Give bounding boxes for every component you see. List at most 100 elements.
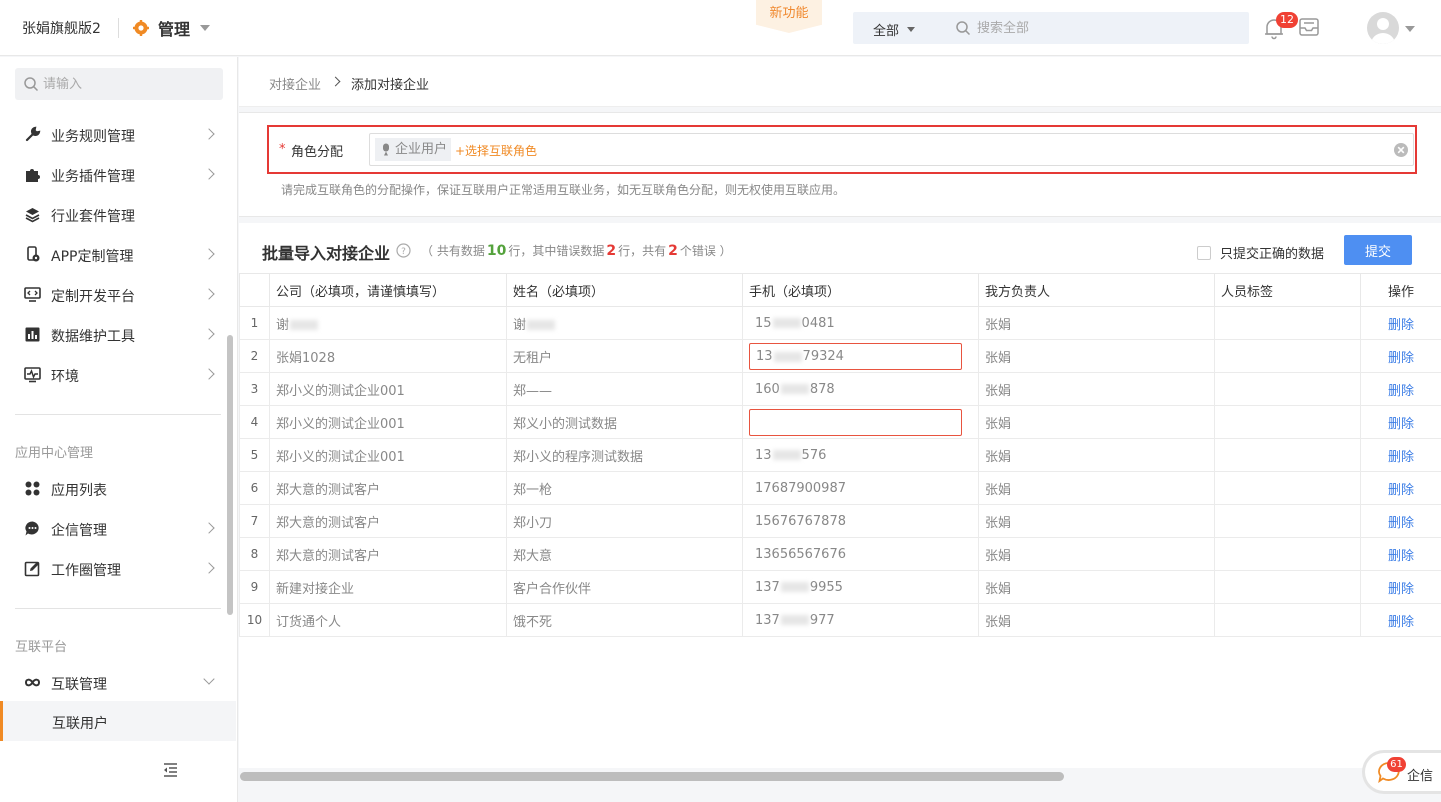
phone-error-input[interactable]: 13 79324	[749, 343, 962, 370]
sidebar-scrollbar[interactable]	[227, 335, 233, 615]
cell-name[interactable]: 郑——	[506, 372, 743, 406]
cell-company[interactable]: 郑大意的测试客户	[269, 471, 507, 505]
cell-company[interactable]: 郑小义的测试企业001	[269, 372, 507, 406]
cell-phone[interactable]: 15676767878	[742, 504, 979, 538]
inbox-icon[interactable]	[1298, 16, 1320, 38]
sidebar-item-industry-suite[interactable]: 行业套件管理	[0, 194, 236, 234]
cell-tags[interactable]	[1214, 306, 1361, 340]
cell-tags[interactable]	[1214, 405, 1361, 439]
cell-phone[interactable]: 13 576	[742, 438, 979, 472]
sidebar-item-business-plugins[interactable]: 业务插件管理	[0, 154, 236, 194]
cell-tags[interactable]	[1214, 537, 1361, 571]
cell-phone[interactable]: 137 977	[742, 603, 979, 637]
chevron-down-icon[interactable]	[1405, 26, 1415, 32]
avatar[interactable]	[1367, 12, 1399, 44]
cell-owner[interactable]: 张娟	[978, 405, 1215, 439]
cell-tags[interactable]	[1214, 570, 1361, 604]
role-select-field[interactable]: 企业用户 +选择互联角色	[369, 133, 1414, 166]
delete-link[interactable]: 删除	[1388, 450, 1414, 465]
new-feature-badge[interactable]: 新功能	[756, 0, 822, 33]
collapse-menu-icon[interactable]	[162, 761, 179, 778]
cell-tags[interactable]	[1214, 372, 1361, 406]
cell-name[interactable]: 郑义小的测试数据	[506, 405, 743, 439]
cell-owner[interactable]: 张娟	[978, 603, 1215, 637]
module-switcher[interactable]: 管理	[133, 16, 211, 40]
cell-phone[interactable]: 17687900987	[742, 471, 979, 505]
cell-tags[interactable]	[1214, 339, 1361, 373]
sidebar-item-app-custom[interactable]: APP定制管理	[0, 234, 236, 274]
phone-error-input[interactable]	[749, 409, 962, 436]
sidebar-item-workcircle[interactable]: 工作圈管理	[0, 548, 236, 588]
sidebar-item-data-tools[interactable]: 数据维护工具	[0, 314, 236, 354]
cell-company[interactable]: 郑小义的测试企业001	[269, 438, 507, 472]
cell-company[interactable]: 谢	[269, 306, 507, 340]
delete-link[interactable]: 删除	[1388, 351, 1414, 366]
name-text: 郑义小的测试数据	[513, 416, 618, 432]
sidebar-item-business-rules[interactable]: 业务规则管理	[0, 114, 236, 154]
sidebar-item-app-list[interactable]: 应用列表	[0, 468, 236, 508]
cell-name[interactable]: 郑大意	[506, 537, 743, 571]
phone-prefix: 137	[755, 579, 780, 595]
cell-name[interactable]: 无租户	[506, 339, 743, 373]
delete-link[interactable]: 删除	[1388, 516, 1414, 531]
search-input[interactable]	[977, 17, 1237, 39]
breadcrumb-parent[interactable]: 对接企业	[269, 74, 321, 93]
cell-name[interactable]: 郑一枪	[506, 471, 743, 505]
cell-name[interactable]: 郑小义的程序测试数据	[506, 438, 743, 472]
cell-company[interactable]: 张娟1028	[269, 339, 507, 373]
cell-tags[interactable]	[1214, 504, 1361, 538]
sidebar-item-environment[interactable]: 环境	[0, 354, 236, 394]
cell-owner[interactable]: 张娟	[978, 570, 1215, 604]
submit-button[interactable]: 提交	[1344, 235, 1412, 265]
cell-phone[interactable]: 137 9955	[742, 570, 979, 604]
cell-owner[interactable]: 张娟	[978, 471, 1215, 505]
cell-owner[interactable]: 张娟	[978, 306, 1215, 340]
cell-company[interactable]: 郑大意的测试客户	[269, 504, 507, 538]
cell-phone[interactable]: 160 878	[742, 372, 979, 406]
cell-owner[interactable]: 张娟	[978, 438, 1215, 472]
cell-name[interactable]: 谢	[506, 306, 743, 340]
cell-tags[interactable]	[1214, 603, 1361, 637]
cell-name[interactable]: 郑小刀	[506, 504, 743, 538]
svg-text:?: ?	[401, 247, 406, 257]
help-icon[interactable]: ?	[396, 243, 411, 258]
horizontal-scrollbar[interactable]	[240, 772, 1064, 781]
cell-phone[interactable]: 13 79324	[742, 339, 979, 373]
cell-company[interactable]: 郑大意的测试客户	[269, 537, 507, 571]
clear-icon[interactable]	[1393, 142, 1409, 158]
cell-phone[interactable]	[742, 405, 979, 439]
delete-link[interactable]: 删除	[1388, 582, 1414, 597]
cell-name[interactable]: 饿不死	[506, 603, 743, 637]
cell-action: 删除	[1360, 372, 1441, 406]
cell-owner[interactable]: 张娟	[978, 537, 1215, 571]
phone-suffix: 79324	[802, 349, 844, 364]
sidebar-item-custom-dev[interactable]: 定制开发平台	[0, 274, 236, 314]
only-correct-checkbox[interactable]: 只提交正确的数据	[1197, 243, 1324, 262]
cell-phone[interactable]: 15 0481	[742, 306, 979, 340]
cell-tags[interactable]	[1214, 438, 1361, 472]
search-scope-dropdown[interactable]: 全部	[873, 20, 916, 39]
cell-tags[interactable]	[1214, 471, 1361, 505]
cell-phone[interactable]: 13656567676	[742, 537, 979, 571]
sidebar-search-input[interactable]	[43, 73, 213, 95]
delete-link[interactable]: 删除	[1388, 417, 1414, 432]
delete-link[interactable]: 删除	[1388, 549, 1414, 564]
cell-owner[interactable]: 张娟	[978, 504, 1215, 538]
cell-company[interactable]: 订货通个人	[269, 603, 507, 637]
checkbox[interactable]	[1197, 245, 1211, 260]
cell-owner[interactable]: 张娟	[978, 339, 1215, 373]
cell-owner[interactable]: 张娟	[978, 372, 1215, 406]
cell-company[interactable]: 郑小义的测试企业001	[269, 405, 507, 439]
delete-link[interactable]: 删除	[1388, 483, 1414, 498]
qixin-chat-button[interactable]: 61 企信	[1362, 750, 1441, 794]
sidebar-item-interconnect-mgmt[interactable]: 互联管理	[0, 662, 236, 702]
sidebar-item-interconnect-users[interactable]: 互联用户	[0, 701, 236, 741]
cell-company[interactable]: 新建对接企业	[269, 570, 507, 604]
cell-name[interactable]: 客户合作伙伴	[506, 570, 743, 604]
delete-link[interactable]: 删除	[1388, 615, 1414, 630]
delete-link[interactable]: 删除	[1388, 318, 1414, 333]
delete-link[interactable]: 删除	[1388, 384, 1414, 399]
sidebar-item-qixin[interactable]: 企信管理	[0, 508, 236, 548]
add-role-link[interactable]: +选择互联角色	[455, 142, 537, 159]
org-name[interactable]: 张娟旗舰版2	[22, 18, 101, 38]
